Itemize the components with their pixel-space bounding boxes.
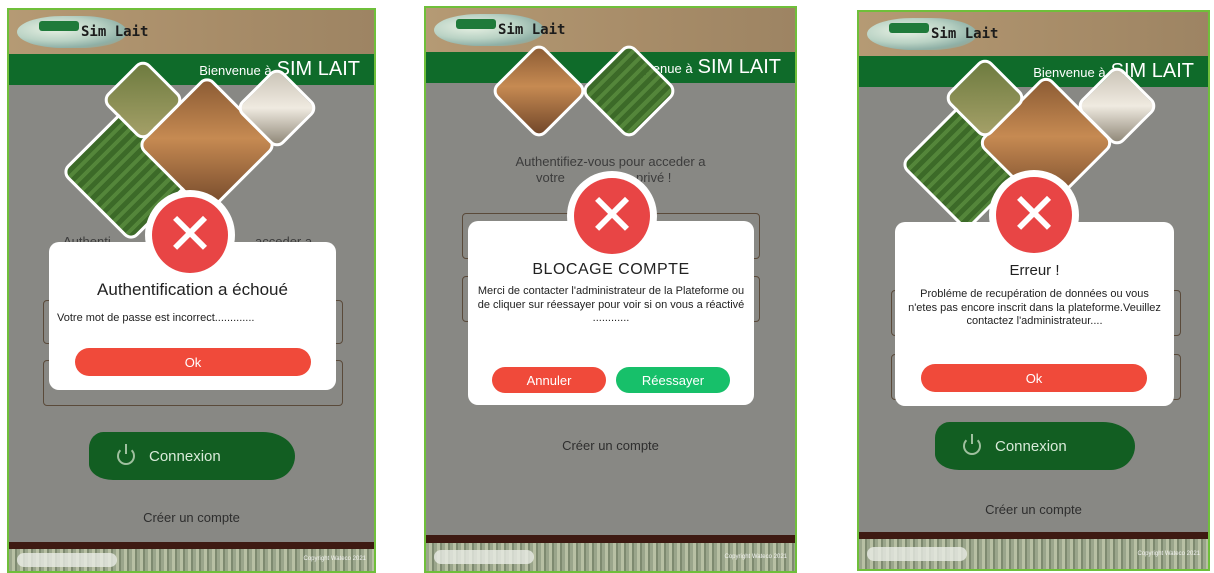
copyright-text: Copyright Wateco 2021 (1137, 551, 1200, 557)
partner-logos (17, 553, 117, 567)
create-account-link[interactable]: Créer un compte (9, 510, 374, 525)
copyright-text: Copyright Wateco 2021 (724, 554, 787, 560)
error-badge: ✕ (145, 190, 235, 280)
app-header: Sim Lait (859, 12, 1208, 56)
close-icon: ✕ (574, 178, 650, 254)
phone-screen-auth-failed: Sim Lait Bienvenue à SIM LAIT Authenti a… (7, 8, 376, 573)
power-icon (963, 434, 981, 455)
sim-lait-logo: Sim Lait (867, 16, 999, 52)
power-icon (117, 444, 135, 465)
dialog-message: Probléme de recupération de données ou v… (908, 288, 1161, 327)
sim-lait-logo: Sim Lait (434, 12, 566, 48)
phone-screen-account-blocked: Sim Lait Bienvenue à SIM LAIT Authentifi… (424, 6, 797, 573)
connexion-label: Connexion (149, 447, 221, 465)
logo-badge (889, 23, 929, 33)
dialog-title: Erreur ! (1009, 262, 1060, 279)
welcome-brand: SIM LAIT (276, 58, 360, 80)
phone-screen-error: Sim Lait Bienvenue à SIM LAIT Connexion … (857, 10, 1210, 571)
error-badge: ✕ (989, 170, 1079, 260)
sim-lait-logo: Sim Lait (17, 14, 149, 50)
dialog-title: BLOCAGE COMPTE (532, 261, 690, 278)
logo-text: Sim Lait (498, 22, 566, 38)
footer: Copyright Wateco 2021 (426, 543, 795, 571)
dialog-message: Merci de contacter l'administrateur de l… (477, 285, 745, 324)
create-account-link[interactable]: Créer un compte (426, 438, 795, 453)
welcome-banner: Bienvenue à SIM LAIT (859, 56, 1208, 87)
connexion-button[interactable]: Connexion (935, 422, 1135, 470)
cancel-button[interactable]: Annuler (492, 367, 606, 393)
dialog-title: Authentification a échoué (97, 280, 288, 299)
welcome-banner: Bienvenue à SIM LAIT (9, 54, 374, 85)
partner-logos (434, 550, 534, 564)
close-icon: ✕ (152, 197, 228, 273)
dialog-message: Votre mot de passe est incorrect........… (57, 312, 255, 324)
welcome-prefix: Bienvenue à (199, 63, 272, 78)
logo-badge (456, 19, 496, 29)
ok-button[interactable]: Ok (921, 364, 1147, 392)
app-header: Sim Lait (9, 10, 374, 54)
app-header: Sim Lait (426, 8, 795, 52)
ok-button[interactable]: Ok (75, 348, 311, 376)
footer: Copyright Wateco 2021 (859, 539, 1208, 569)
partner-logos (867, 547, 967, 561)
connexion-label: Connexion (995, 437, 1067, 455)
close-icon: ✕ (996, 177, 1072, 253)
create-account-link[interactable]: Créer un compte (859, 502, 1208, 517)
logo-text: Sim Lait (931, 26, 999, 42)
auth-prompt-line2-left: votre (536, 170, 565, 185)
auth-prompt-line1: Authentifiez-vous pour acceder a (515, 154, 706, 169)
welcome-brand: SIM LAIT (697, 56, 781, 78)
retry-button[interactable]: Réessayer (616, 367, 730, 393)
logo-badge (39, 21, 79, 31)
copyright-text: Copyright Wateco 2021 (303, 556, 366, 562)
error-badge: ✕ (567, 171, 657, 261)
logo-text: Sim Lait (81, 24, 149, 40)
connexion-button[interactable]: Connexion (89, 432, 295, 480)
footer: Copyright Wateco 2021 (9, 549, 374, 571)
